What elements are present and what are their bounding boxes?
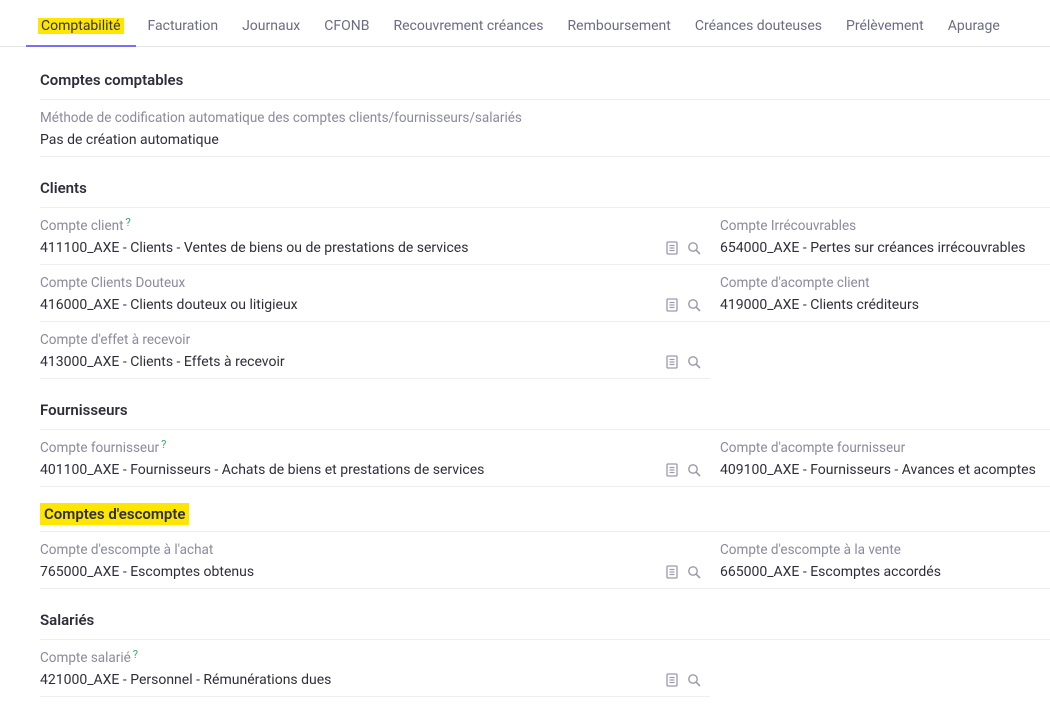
field-escompte-achat: Compte d'escompte à l'achat 765000_AXE -… [40,532,710,589]
field-compte-irrecouvrables: Compte Irrécouvrables 654000_AXE - Perte… [710,208,1050,265]
search-icon[interactable] [686,240,702,256]
search-icon[interactable] [686,564,702,580]
field-empty [710,322,1050,379]
field-escompte-vente: Compte d'escompte à la vente 665000_AXE … [710,532,1050,589]
field-compte-acompte-fournisseur: Compte d'acompte fournisseur 409100_AXE … [710,430,1050,487]
tabs-bar: Comptabilité Facturation Journaux CFONB … [0,0,1050,47]
field-value[interactable]: 401100_AXE - Fournisseurs - Achats de bi… [40,462,710,478]
file-icon[interactable] [664,462,680,478]
field-value[interactable]: 419000_AXE - Clients créditeurs [720,297,1050,313]
field-label: Compte d'escompte à l'achat [40,542,710,558]
field-value[interactable]: 654000_AXE - Pertes sur créances irrécou… [720,240,1050,256]
tab-creances-douteuses[interactable]: Créances douteuses [683,8,834,46]
section-escompte: Comptes d'escompte Compte d'escompte à l… [40,503,1050,589]
tab-facturation[interactable]: Facturation [136,8,231,46]
section-title: Salariés [40,605,1050,640]
section-title: Comptes d'escompte [40,503,189,525]
search-icon[interactable] [686,297,702,313]
field-value[interactable]: 413000_AXE - Clients - Effets à recevoir [40,354,710,370]
field-value[interactable]: 421000_AXE - Personnel - Rémunérations d… [40,672,710,688]
content-area: Comptes comptables Méthode de codificati… [0,47,1050,697]
search-icon[interactable] [686,672,702,688]
section-title: Fournisseurs [40,395,1050,430]
field-method: Méthode de codification automatique des … [40,100,1050,157]
field-label: Compte client? [40,218,710,234]
field-compte-salarie: Compte salarié? 421000_AXE - Personnel -… [40,640,710,697]
section-salaries: Salariés Compte salarié? 421000_AXE - Pe… [40,605,1050,697]
field-label: Compte d'acompte fournisseur [720,440,1050,456]
search-icon[interactable] [686,462,702,478]
field-label: Méthode de codification automatique des … [40,110,1050,126]
file-icon[interactable] [664,564,680,580]
field-compte-douteux: Compte Clients Douteux 416000_AXE - Clie… [40,265,710,322]
field-empty [710,640,1050,697]
field-label: Compte d'effet à recevoir [40,332,710,348]
field-label: Compte d'escompte à la vente [720,542,1050,558]
field-label: Compte Clients Douteux [40,275,710,291]
field-label: Compte salarié? [40,650,710,666]
section-clients: Clients Compte client? 411100_AXE - Clie… [40,173,1050,379]
file-icon[interactable] [664,354,680,370]
section-title: Clients [40,173,1050,208]
tab-journaux[interactable]: Journaux [230,8,312,46]
field-value[interactable]: 416000_AXE - Clients douteux ou litigieu… [40,297,710,313]
field-compte-acompte-client: Compte d'acompte client 419000_AXE - Cli… [710,265,1050,322]
field-compte-client: Compte client? 411100_AXE - Clients - Ve… [40,208,710,265]
field-value[interactable]: Pas de création automatique [40,132,1050,148]
field-compte-effet: Compte d'effet à recevoir 413000_AXE - C… [40,322,710,379]
file-icon[interactable] [664,297,680,313]
tab-recouvrement[interactable]: Recouvrement créances [381,8,555,46]
field-value[interactable]: 765000_AXE - Escomptes obtenus [40,564,710,580]
help-icon[interactable]: ? [126,216,131,229]
tab-remboursement[interactable]: Remboursement [556,8,683,46]
section-title: Comptes comptables [40,65,1050,100]
field-label: Compte fournisseur? [40,440,710,456]
field-value[interactable]: 409100_AXE - Fournisseurs - Avances et a… [720,462,1050,478]
field-label: Compte Irrécouvrables [720,218,1050,234]
help-icon[interactable]: ? [133,648,138,661]
file-icon[interactable] [664,672,680,688]
file-icon[interactable] [664,240,680,256]
tab-comptabilite[interactable]: Comptabilité [26,8,136,46]
field-value[interactable]: 411100_AXE - Clients - Ventes de biens o… [40,240,710,256]
tab-prelevement[interactable]: Prélèvement [834,8,936,46]
field-compte-fournisseur: Compte fournisseur? 401100_AXE - Fournis… [40,430,710,487]
section-comptes-comptables: Comptes comptables Méthode de codificati… [40,65,1050,157]
field-label: Compte d'acompte client [720,275,1050,291]
field-value[interactable]: 665000_AXE - Escomptes accordés [720,564,1050,580]
tab-cfonb[interactable]: CFONB [312,8,381,46]
search-icon[interactable] [686,354,702,370]
tab-apurage[interactable]: Apurage [936,8,1012,46]
section-fournisseurs: Fournisseurs Compte fournisseur? 401100_… [40,395,1050,487]
help-icon[interactable]: ? [161,438,166,451]
